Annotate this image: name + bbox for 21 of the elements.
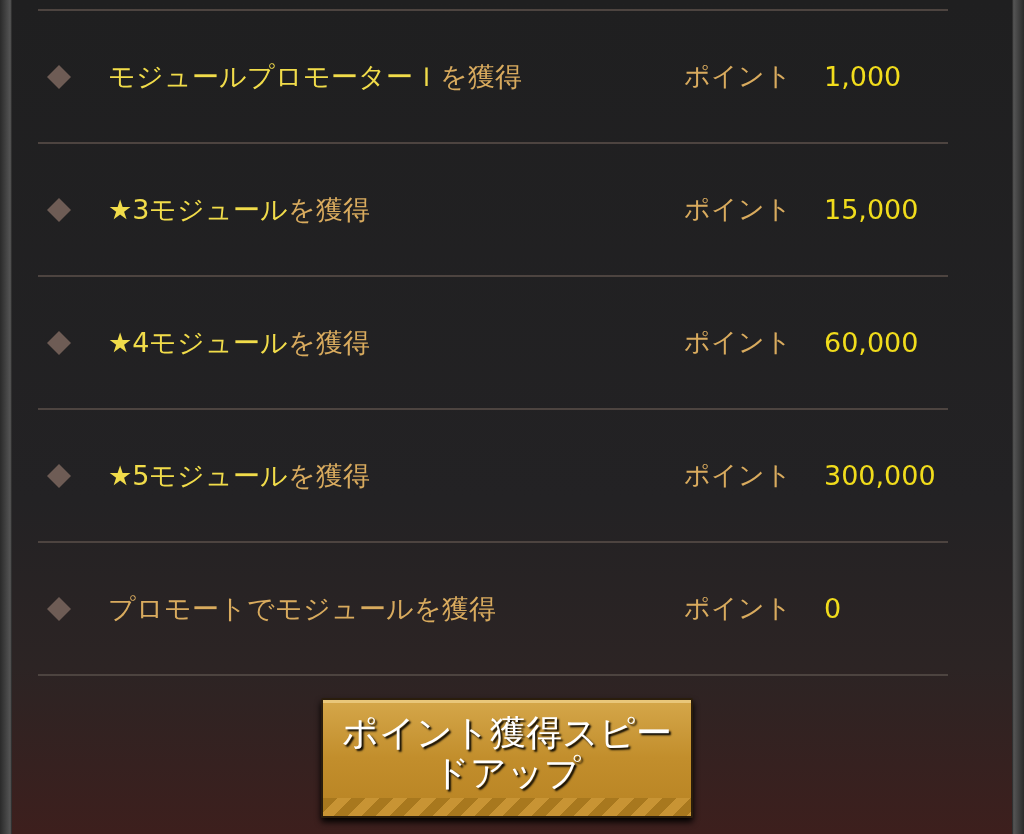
diamond-icon (46, 595, 72, 622)
diamond-icon (46, 196, 72, 223)
reward-label: プロモートでモジュールを獲得 (108, 591, 497, 626)
points-label: ポイント (684, 193, 793, 226)
points-value: 15,000 (824, 194, 919, 225)
reward-label: モジュールプロモーターＩ を獲得 (108, 59, 523, 94)
diamond-icon (46, 462, 72, 489)
points-label: ポイント (684, 592, 793, 625)
points-label: ポイント (684, 60, 793, 93)
points-value: 1,000 (824, 61, 902, 92)
reward-label: ★3モジュールを獲得 (108, 192, 372, 227)
points-value: 0 (824, 593, 842, 624)
points-value: 300,000 (824, 460, 936, 491)
reward-label: ★5モジュールを獲得 (108, 458, 372, 493)
diamond-icon (46, 63, 72, 90)
points-label: ポイント (684, 326, 793, 359)
points-label: ポイント (684, 459, 793, 492)
reward-label: ★4モジュールを獲得 (108, 325, 372, 360)
diamond-icon (46, 329, 72, 356)
speed-up-button[interactable]: ポイント獲得スピードアップ (321, 698, 693, 818)
points-value: 60,000 (824, 327, 919, 358)
